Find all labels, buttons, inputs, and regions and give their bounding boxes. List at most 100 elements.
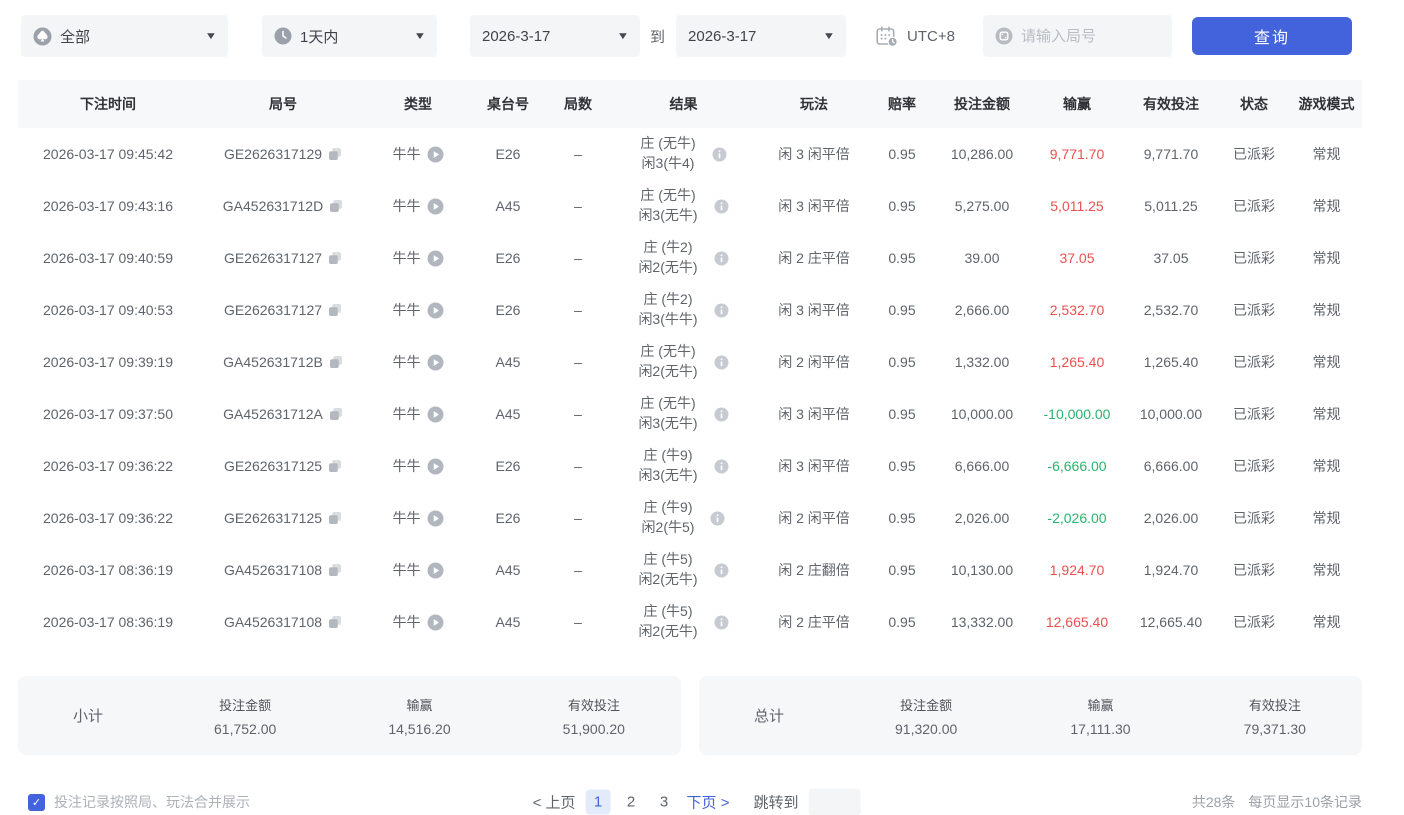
- play-icon[interactable]: [427, 302, 444, 319]
- copy-icon[interactable]: [329, 355, 343, 369]
- info-icon[interactable]: [714, 459, 729, 474]
- round-id-cell: GA4526317108: [198, 562, 368, 578]
- play-icon[interactable]: [427, 614, 444, 631]
- page-number-2[interactable]: 2: [619, 790, 644, 815]
- date-to-value: 2026-3-17: [688, 28, 756, 45]
- play-icon[interactable]: [427, 198, 444, 215]
- copy-icon[interactable]: [329, 407, 343, 421]
- query-button[interactable]: 查询: [1192, 17, 1352, 55]
- bet-time: 2026-03-17 09:45:42: [18, 146, 198, 162]
- bet-amount: 5,275.00: [935, 198, 1029, 214]
- game-type: 牛牛: [393, 300, 421, 320]
- prev-page-button[interactable]: < 上页: [533, 792, 576, 813]
- chevron-down-icon: ▼: [205, 31, 218, 42]
- round-id: GA4526317108: [224, 614, 322, 630]
- play-method: 闲 2 闲平倍: [759, 508, 869, 528]
- copy-icon[interactable]: [329, 199, 343, 213]
- game-type-cell: 牛牛: [368, 508, 468, 528]
- merge-records-toggle[interactable]: ✓ 投注记录按照局、玩法合并展示: [18, 792, 250, 812]
- bet-time: 2026-03-17 09:43:16: [18, 198, 198, 214]
- column-header: 输赢: [1029, 94, 1125, 114]
- column-header: 类型: [368, 94, 468, 114]
- play-icon[interactable]: [427, 354, 444, 371]
- game-type-select[interactable]: 全部 ▼: [21, 15, 228, 57]
- play-icon[interactable]: [427, 510, 444, 527]
- page-number-list: 123: [586, 790, 677, 815]
- valid-bet: 5,011.25: [1125, 198, 1217, 214]
- copy-icon[interactable]: [328, 563, 342, 577]
- page-number-3[interactable]: 3: [652, 790, 677, 815]
- calendar-clock-icon[interactable]: [876, 26, 898, 47]
- win-loss: 2,532.70: [1029, 302, 1125, 318]
- status: 已派彩: [1217, 144, 1291, 164]
- win-loss: 9,771.70: [1029, 146, 1125, 162]
- info-icon[interactable]: [714, 407, 729, 422]
- play-method: 闲 3 闲平倍: [759, 196, 869, 216]
- total-valid-value: 79,371.30: [1188, 721, 1362, 737]
- info-icon[interactable]: [710, 511, 725, 526]
- play-method: 闲 3 闲平倍: [759, 144, 869, 164]
- game-type: 牛牛: [393, 456, 421, 476]
- info-icon[interactable]: [712, 147, 727, 162]
- info-icon[interactable]: [714, 615, 729, 630]
- result-text: 庄 (牛2)闲3(牛牛): [638, 290, 697, 329]
- info-icon[interactable]: [714, 199, 729, 214]
- round-id-cell: GE2626317127: [198, 302, 368, 318]
- round-count: –: [548, 198, 608, 214]
- info-icon[interactable]: [714, 251, 729, 266]
- odds: 0.95: [869, 562, 935, 578]
- checkbox-checked-icon[interactable]: ✓: [28, 794, 45, 811]
- date-from-picker[interactable]: 2026-3-17 ▼: [470, 15, 640, 57]
- round-search-input[interactable]: [1021, 28, 1151, 45]
- table-row: 2026-03-17 08:36:19GA4526317108牛牛A45–庄 (…: [18, 596, 1362, 648]
- copy-icon[interactable]: [328, 511, 342, 525]
- game-mode: 常规: [1291, 196, 1362, 216]
- total-bet-value: 91,320.00: [839, 721, 1013, 737]
- round-id-cell: GA452631712A: [198, 406, 368, 422]
- date-from-value: 2026-3-17: [482, 28, 550, 45]
- subtotal-valid-value: 51,900.20: [507, 721, 681, 737]
- win-loss: -6,666.00: [1029, 458, 1125, 474]
- table-number: A45: [468, 614, 548, 630]
- bet-time: 2026-03-17 08:36:19: [18, 562, 198, 578]
- play-icon[interactable]: [427, 406, 444, 423]
- result-text: 庄 (无牛)闲3(无牛): [638, 394, 697, 433]
- game-type-cell: 牛牛: [368, 352, 468, 372]
- info-icon[interactable]: [714, 563, 729, 578]
- table-row: 2026-03-17 09:37:50GA452631712A牛牛A45–庄 (…: [18, 388, 1362, 440]
- result-text: 庄 (牛5)闲2(无牛): [638, 550, 697, 589]
- page-number-1[interactable]: 1: [586, 790, 611, 815]
- play-icon[interactable]: [427, 458, 444, 475]
- play-icon[interactable]: [427, 250, 444, 267]
- game-mode: 常规: [1291, 352, 1362, 372]
- subtotal-win-label: 输赢: [332, 695, 506, 714]
- date-to-picker[interactable]: 2026-3-17 ▼: [676, 15, 846, 57]
- table-number: E26: [468, 250, 548, 266]
- copy-icon[interactable]: [328, 147, 342, 161]
- round-id-cell: GE2626317125: [198, 458, 368, 474]
- subtotal-bet-value: 61,752.00: [158, 721, 332, 737]
- table-number: E26: [468, 302, 548, 318]
- column-header: 投注金额: [935, 94, 1029, 114]
- page-size: 每页显示10条记录: [1248, 792, 1362, 812]
- next-page-button[interactable]: 下页 >: [687, 792, 730, 813]
- subtotal-valid-label: 有效投注: [507, 695, 681, 714]
- win-loss: 12,665.40: [1029, 614, 1125, 630]
- copy-icon[interactable]: [328, 459, 342, 473]
- table-header-row: 下注时间局号类型桌台号局数结果玩法赔率投注金额输赢有效投注状态游戏模式: [18, 80, 1362, 128]
- play-icon[interactable]: [427, 562, 444, 579]
- info-icon[interactable]: [714, 303, 729, 318]
- game-type: 牛牛: [393, 144, 421, 164]
- bet-amount: 6,666.00: [935, 458, 1029, 474]
- play-method: 闲 2 闲平倍: [759, 352, 869, 372]
- game-mode: 常规: [1291, 404, 1362, 424]
- game-type: 牛牛: [393, 196, 421, 216]
- copy-icon[interactable]: [328, 615, 342, 629]
- game-mode: 常规: [1291, 456, 1362, 476]
- jump-to-input[interactable]: [809, 789, 861, 815]
- time-range-select[interactable]: 1天内 ▼: [262, 15, 437, 57]
- play-icon[interactable]: [427, 146, 444, 163]
- info-icon[interactable]: [714, 355, 729, 370]
- copy-icon[interactable]: [328, 303, 342, 317]
- copy-icon[interactable]: [328, 251, 342, 265]
